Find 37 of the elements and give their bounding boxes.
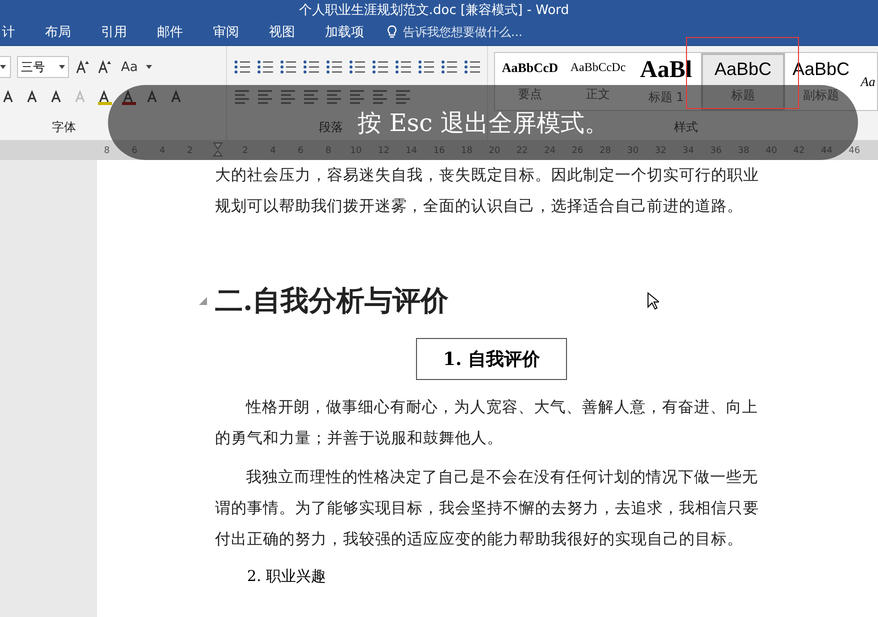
style-item[interactable]: Aa <box>857 53 877 110</box>
font-name-field[interactable] <box>0 56 11 78</box>
dropdown-arrow-icon[interactable] <box>146 65 152 69</box>
ribbon-tab[interactable]: 邮件 <box>142 18 198 44</box>
subsection-heading: 1. 自我评价 <box>416 338 568 380</box>
style-item[interactable]: AaBbC 标题 <box>701 53 785 110</box>
style-item[interactable]: AaBbCcD 要点 <box>495 53 565 110</box>
window-title: 个人职业生涯规划范文.doc [兼容模式] - Word <box>298 4 570 18</box>
bullet-list-icon[interactable] <box>302 59 320 75</box>
group-label: 字体 <box>52 119 76 136</box>
ribbon-tab[interactable]: 布局 <box>30 18 86 44</box>
font-size-field[interactable]: 三号 <box>17 56 69 78</box>
lightbulb-icon <box>387 24 397 38</box>
dropdown-arrow-icon[interactable] <box>59 65 65 69</box>
group-label: 样式 <box>674 119 698 136</box>
ribbon-tab[interactable]: 计 <box>0 18 30 44</box>
collapse-triangle-icon[interactable] <box>199 297 207 305</box>
dropdown-arrow-icon[interactable] <box>0 65 6 69</box>
ribbon-tab[interactable]: 审阅 <box>198 18 254 44</box>
ribbon-tab[interactable]: 加载项 <box>310 18 379 44</box>
list-heading: 2. 职业兴趣 <box>246 566 328 587</box>
body-paragraph: 我独立而理性的性格决定了自己是不会在没有任何计划的情况下做一些无谓的事情。为了能够实现目标，我会坚持不懈的去努力，去追求，我相信只要付出正确的努力，我较强的适应应变的能力帮助我很好的实现自己的目标。 <box>215 467 760 550</box>
mouse-pointer-icon <box>647 292 659 310</box>
ribbon-tab[interactable]: 视图 <box>254 18 310 44</box>
group-label: 段落 <box>319 119 343 136</box>
shrink-font-icon[interactable] <box>97 59 113 75</box>
style-item[interactable]: AaBbCcDc 正文 <box>565 53 631 110</box>
ribbon-tab[interactable]: 引用 <box>86 18 142 44</box>
font-color-icon[interactable] <box>120 89 138 105</box>
grow-font-icon[interactable] <box>75 59 91 75</box>
section-heading: 二.自我分析与评价 <box>215 283 449 319</box>
align-left-icon[interactable] <box>233 89 251 105</box>
highlighter-icon[interactable] <box>96 89 114 105</box>
body-paragraph: 性格开朗，做事细心有耐心，为人宽容、大气、善解人意，有奋进、向上的勇气和力量；并善于说服和鼓舞他人。 <box>215 397 759 449</box>
body-paragraph: 大的社会压力，容易迷失自我，丧失既定目标。因此制定一个切实可行的职业规划可以帮助我们拨开迷雾，全面的认识自己，选择适合自己前进的道路。 <box>215 165 760 217</box>
tell-me-field[interactable]: 告诉我您想要做什么... <box>387 24 555 40</box>
change-case-button[interactable]: Aa <box>119 60 140 74</box>
